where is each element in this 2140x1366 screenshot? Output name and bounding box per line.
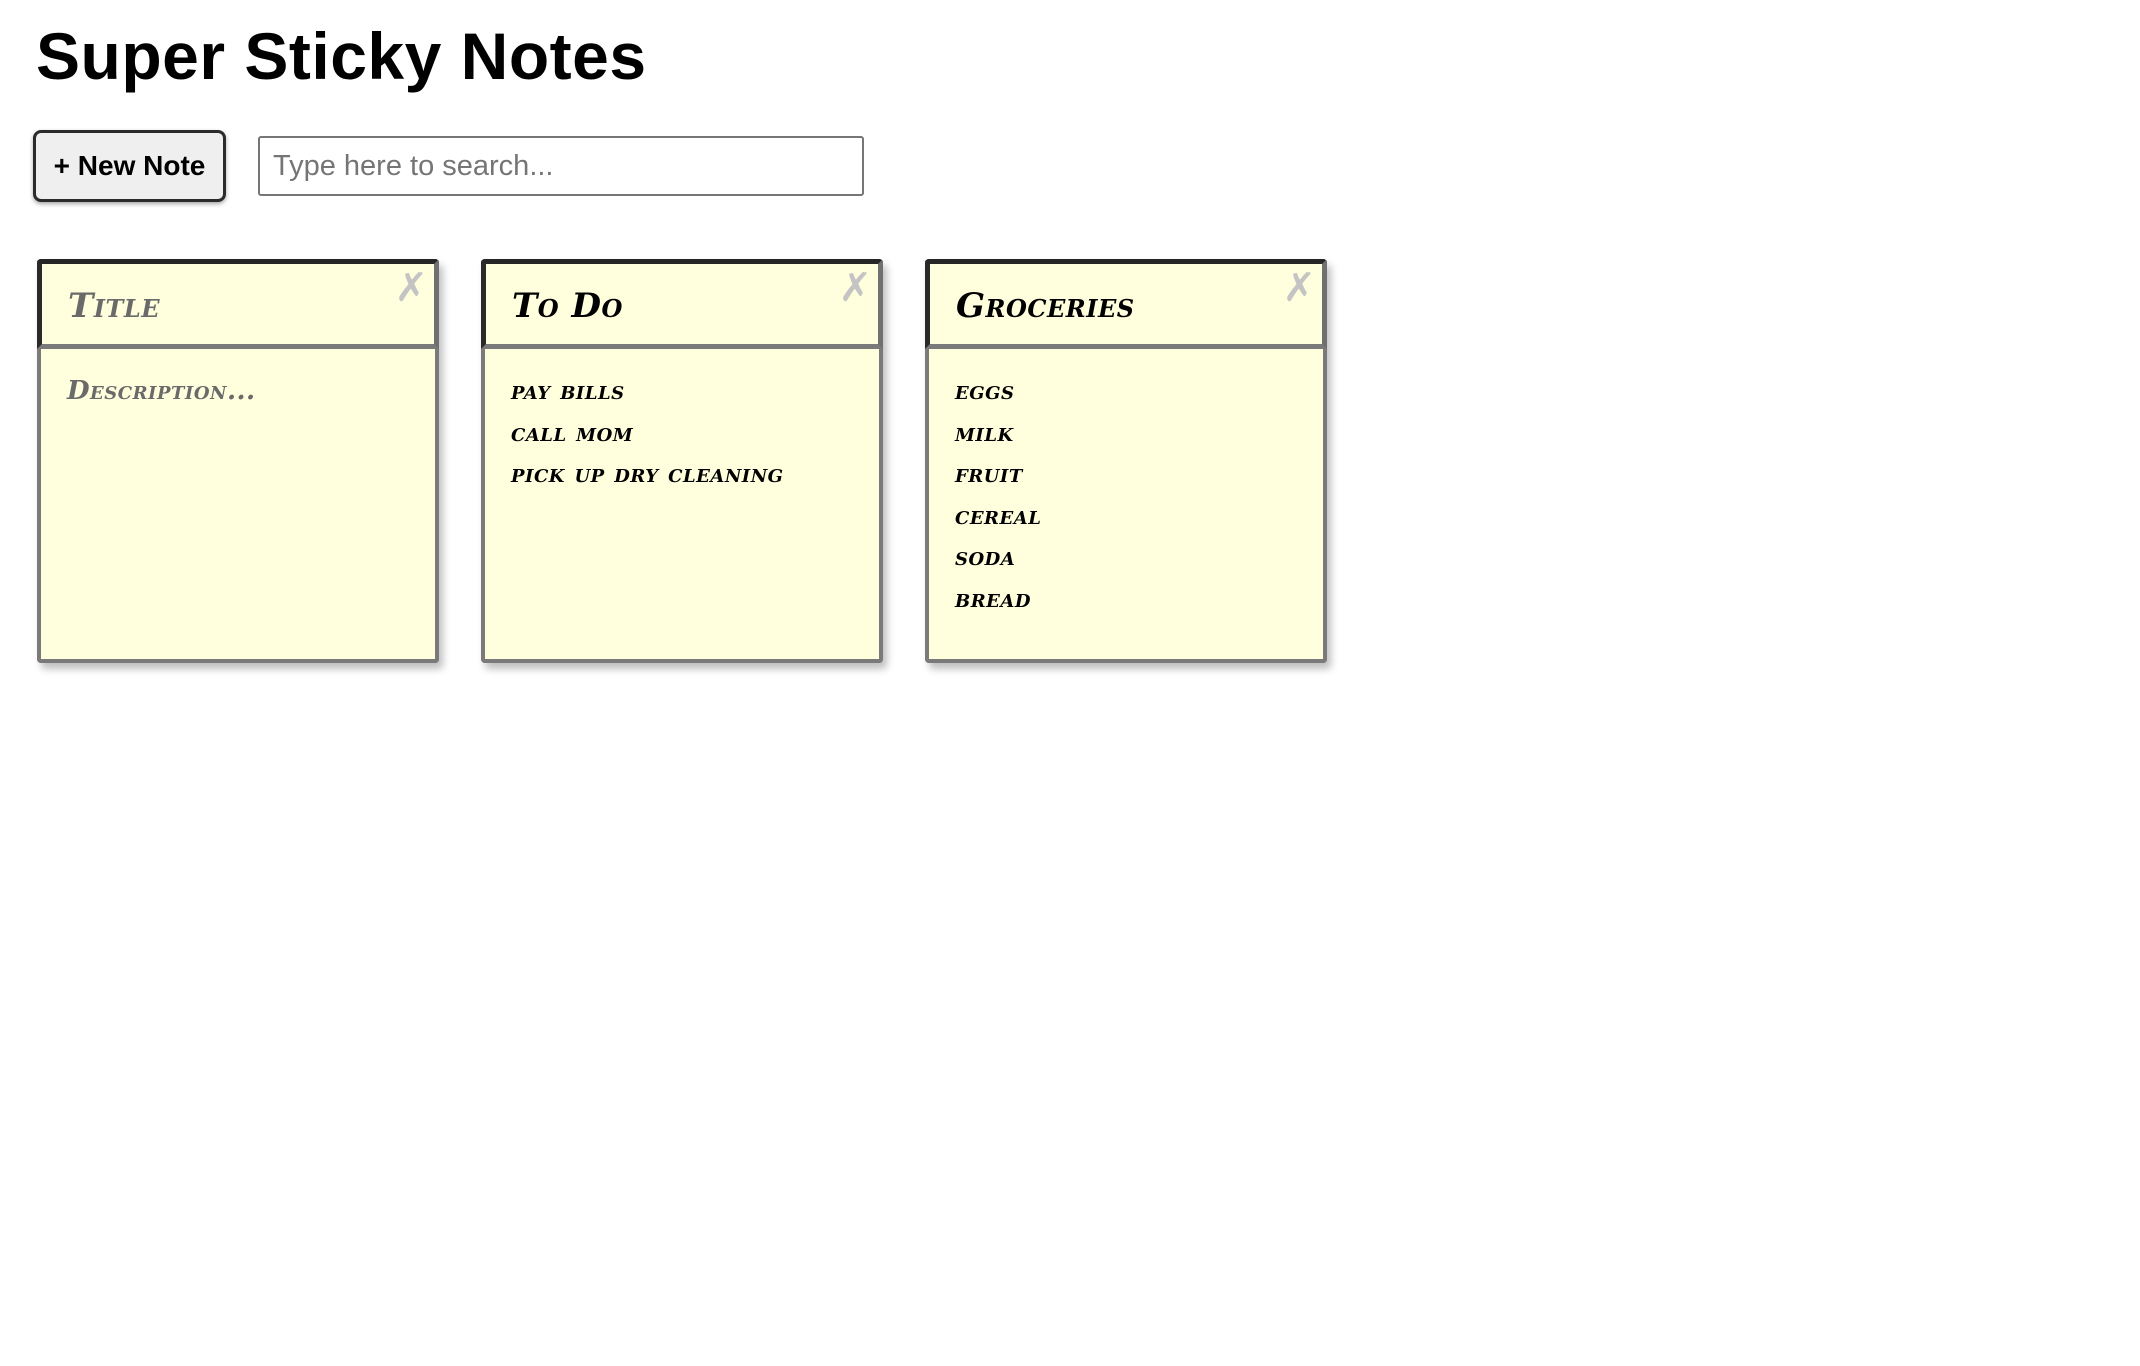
new-note-button[interactable]: + New Note [33,130,226,202]
note-line: eggs [955,376,1015,406]
note-card: To Do ✗ pay bills call mom pick up dry c… [481,259,883,663]
search-input[interactable] [258,136,864,196]
note-header: Title ✗ [37,259,439,349]
note-title-input[interactable]: To Do [512,286,623,326]
note-line: pick up dry cleaning [511,459,784,489]
close-icon[interactable]: ✗ [1282,266,1316,310]
note-card: Title ✗ Description... [37,259,439,663]
notes-list: Title ✗ Description... To Do ✗ pay bills… [37,259,1327,663]
note-description-input[interactable]: Description... [41,349,435,413]
note-header: Groceries ✗ [925,259,1327,349]
note-header: To Do ✗ [481,259,883,349]
close-icon[interactable]: ✗ [394,266,428,310]
note-description-input[interactable]: pay bills call mom pick up dry cleaning [485,349,879,496]
note-title-input[interactable]: Groceries [956,286,1135,326]
note-line: fruit [955,459,1023,489]
note-title-input[interactable]: Title [68,286,160,326]
note-line: pay bills [511,376,625,406]
note-line: bread [955,583,1031,614]
note-description-placeholder: Description... [67,376,256,406]
app-root: Super Sticky Notes + New Note Title ✗ De… [0,0,2140,1366]
page-title: Super Sticky Notes [36,19,647,93]
close-icon[interactable]: ✗ [838,266,872,310]
note-line: soda [955,542,1016,572]
toolbar: + New Note [33,130,864,202]
note-description-input[interactable]: eggs milk fruit cereal soda bread [929,349,1323,620]
note-card: Groceries ✗ eggs milk fruit cereal soda … [925,259,1327,663]
note-line: cereal [955,500,1042,531]
note-line: milk [955,417,1014,448]
note-line: call mom [511,417,634,448]
